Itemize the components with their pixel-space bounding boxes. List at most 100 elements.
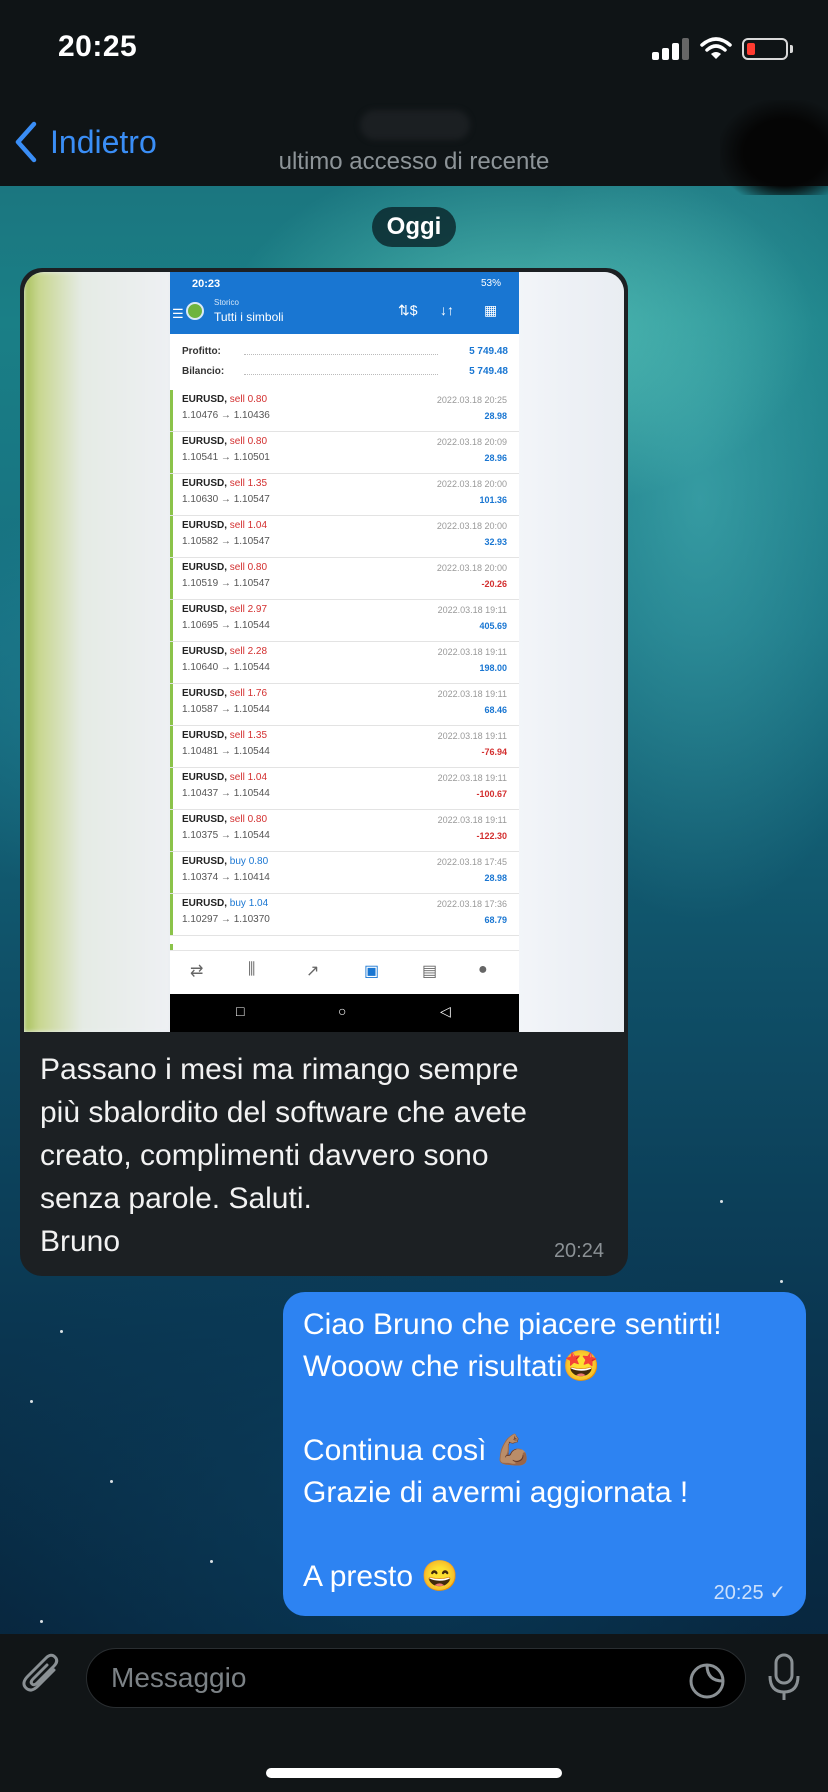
calendar-icon: ▦: [484, 302, 498, 318]
trade-title: EURUSD, buy 0.80: [182, 856, 268, 867]
trade-datetime: 2022.03.18 19:11: [437, 605, 507, 615]
star: [30, 1400, 33, 1403]
trade-action: sell 1.04: [229, 772, 268, 783]
app-bottom-nav: ⇄ ⫼ ↗ ▣ ▤ ●: [170, 950, 519, 994]
trade-symbol: EURUSD,: [182, 520, 228, 531]
outgoing-message[interactable]: Ciao Bruno che piacere sentirti! Wooow c…: [283, 1292, 806, 1616]
trade-indicator: [170, 432, 173, 473]
trade-symbol: EURUSD,: [182, 478, 228, 489]
trade-indicator: [170, 390, 173, 431]
trade-title: EURUSD, sell 1.76: [182, 688, 267, 699]
summary-label: Profitto:: [182, 346, 221, 357]
trade-profit: 68.46: [484, 705, 507, 715]
trade-title: EURUSD, sell 2.28: [182, 646, 267, 657]
paperclip-icon[interactable]: [20, 1652, 64, 1698]
trade-datetime: 2022.03.18 17:45: [436, 857, 507, 867]
trade-prices: 1.10519 → 1.10547: [182, 578, 270, 589]
trade-symbol: EURUSD,: [182, 604, 228, 615]
trade-prices: 1.10640 → 1.10544: [182, 662, 270, 673]
date-separator: Oggi: [372, 207, 456, 247]
read-check-icon: ✓: [769, 1582, 786, 1604]
app-title: Tutti i simboli: [214, 310, 284, 324]
trade-datetime: 2022.03.18 20:25: [436, 395, 507, 405]
summary-row: Profitto: 5 749.48: [182, 346, 508, 357]
currency-filter-icon: ⇅$: [398, 302, 418, 318]
wifi-icon: [700, 37, 732, 59]
trade-profit: -122.30: [476, 831, 507, 841]
trade-profit: 405.69: [479, 621, 507, 631]
trade-datetime: 2022.03.18 20:09: [436, 437, 507, 447]
outgoing-time-label: 20:25: [713, 1582, 764, 1604]
trade-symbol: EURUSD,: [182, 730, 228, 741]
trade-title: EURUSD, sell 0.80: [182, 394, 267, 405]
app-status-time: 20:23: [192, 278, 221, 290]
summary-value: 5 749.48: [469, 346, 508, 357]
trade-title: EURUSD, sell 0.80: [182, 814, 267, 825]
trading-app-screenshot: 20:23 53% ☰ Storico Tutti i simboli ⇅$ ↓…: [170, 272, 519, 1032]
trade-row: EURUSD, sell 1.04 1.10437 → 1.10544 2022.0…: [170, 768, 519, 810]
trade-profit: 68.79: [484, 915, 507, 925]
trade-action: sell 2.97: [229, 604, 268, 615]
trade-action: sell 1.35: [229, 478, 268, 489]
trade-prices: 1.10374 → 1.10414: [182, 872, 270, 883]
trade-row: EURUSD, buy 0.80 1.10374 → 1.10414 2022.03…: [170, 852, 519, 894]
trade-profit: 28.96: [484, 453, 507, 463]
trade-indicator: [170, 684, 173, 725]
trade-prices: 1.10481 → 1.10544: [182, 746, 270, 757]
trade-icon: ↗: [306, 963, 320, 980]
battery-nub: [790, 45, 793, 53]
trade-datetime: 2022.03.18 19:11: [437, 647, 507, 657]
trade-profit: 28.98: [484, 411, 507, 421]
sticker-icon[interactable]: [688, 1662, 726, 1700]
trade-title: EURUSD, sell 1.35: [182, 730, 267, 741]
trade-indicator: [170, 894, 173, 935]
trade-action: sell 0.80: [229, 436, 268, 447]
trade-row: EURUSD, sell 2.97 1.10695 → 1.10544 2022.0…: [170, 600, 519, 642]
android-nav-bar: □ ○ ◁: [170, 994, 519, 1032]
trade-action: sell 2.28: [229, 646, 268, 657]
trade-symbol: EURUSD,: [182, 688, 228, 699]
star: [40, 1620, 43, 1623]
trade-datetime: 2022.03.18 19:11: [437, 731, 507, 741]
incoming-message[interactable]: 20:23 53% ☰ Storico Tutti i simboli ⇅$ ↓…: [20, 268, 628, 1276]
trade-action: buy 0.80: [229, 856, 269, 867]
trade-indicator: [170, 768, 173, 809]
trade-action: sell 0.80: [229, 394, 268, 405]
outgoing-message-time: 20:25 ✓: [714, 1580, 786, 1605]
outgoing-message-text: Ciao Bruno che piacere sentirti! Wooow c…: [303, 1308, 722, 1593]
app-logo-icon: [186, 302, 204, 320]
star: [210, 1560, 213, 1563]
menu-icon: ☰: [172, 306, 184, 321]
trade-prices: 1.10375 → 1.10544: [182, 830, 270, 841]
battery-icon: [742, 38, 788, 60]
recents-icon: □: [236, 1003, 245, 1019]
incoming-message-text: Passano i mesi ma rimango sempre più sba…: [40, 1053, 527, 1258]
trade-title: EURUSD, sell 0.80: [182, 436, 267, 447]
signal-icon: [652, 38, 696, 60]
trade-profit: -20.26: [481, 579, 507, 589]
trade-row: EURUSD, sell 1.04 1.10582 → 1.10547 2022.0…: [170, 516, 519, 558]
microphone-icon[interactable]: [766, 1652, 802, 1702]
trade-indicator: [170, 810, 173, 851]
app-battery-status: 53%: [480, 278, 501, 289]
trade-row: EURUSD, sell 0.80 1.10519 → 1.10547 2022.0…: [170, 558, 519, 600]
trade-symbol: EURUSD,: [182, 772, 228, 783]
trade-indicator: [170, 474, 173, 515]
back-triangle-icon: ◁: [440, 1003, 451, 1019]
message-input[interactable]: Messaggio: [86, 1648, 746, 1708]
trade-profit: 101.36: [479, 495, 507, 505]
trade-indicator: [170, 516, 173, 557]
chat-header: Indietro ultimo accesso di recente: [0, 100, 828, 195]
attached-photo[interactable]: 20:23 53% ☰ Storico Tutti i simboli ⇅$ ↓…: [24, 272, 624, 1032]
trade-profit: 28.98: [484, 873, 507, 883]
summary-leader: [244, 374, 438, 375]
summary-leader: [244, 354, 438, 355]
contact-name-redacted[interactable]: [360, 110, 470, 140]
trade-prices: 1.10476 → 1.10436: [182, 410, 270, 421]
avatar[interactable]: [720, 100, 828, 195]
incoming-message-time: 20:24: [553, 1240, 604, 1262]
trade-prices: 1.10297 → 1.10370: [182, 914, 270, 925]
photo-blurred-edge-left: [24, 272, 170, 1032]
trade-row: EURUSD, sell 0.80 1.10375 → 1.10544 2022.0…: [170, 810, 519, 852]
trade-row: EURUSD, buy 1.04 1.10297 → 1.10370 2022.03…: [170, 894, 519, 936]
